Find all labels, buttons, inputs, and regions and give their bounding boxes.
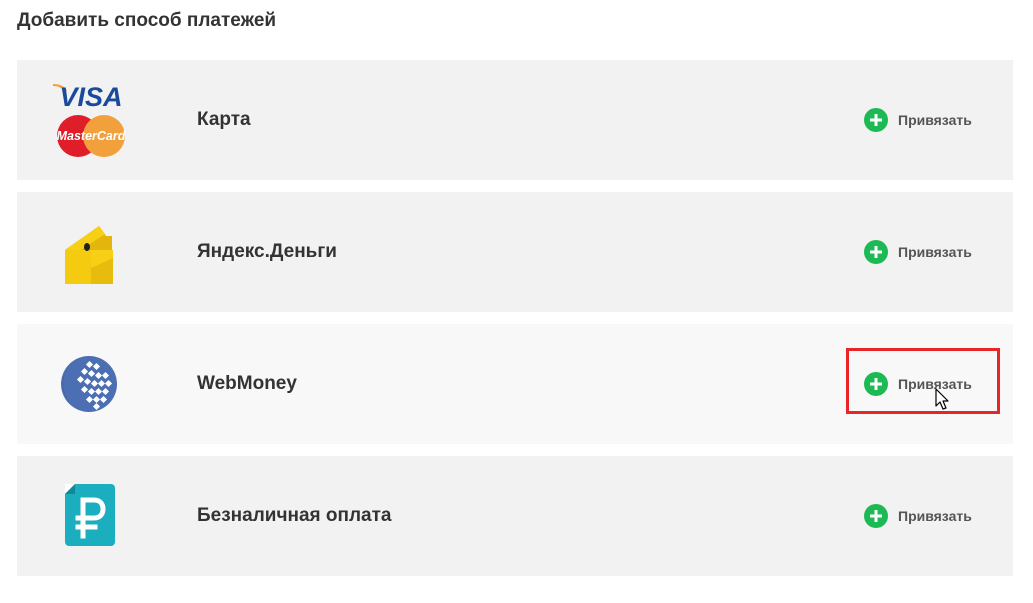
payment-method-cashless: Безналичная оплата Привязать [17,456,1013,576]
webmoney-globe-icon [61,356,117,412]
mastercard-logo-text: MasterCard [57,129,126,143]
payment-method-name: Безналичная оплата [197,505,392,526]
payment-method-name: Яндекс.Деньги [197,241,337,262]
webmoney-logo [51,342,131,426]
visa-icon: VISA [53,82,123,112]
cashless-logo [51,474,131,558]
payment-method-card: VISA MasterCard Карта Привязать [17,60,1013,180]
payment-method-name: Карта [197,109,251,130]
yandex-money-logo [51,210,131,294]
payment-method-name: WebMoney [197,373,297,394]
link-button-label: Привязать [898,112,972,128]
link-card-button[interactable]: Привязать [864,108,972,132]
link-button-label: Привязать [898,508,972,524]
card-logo: VISA MasterCard [51,78,131,162]
yandex-money-wallet-icon [65,226,113,284]
plus-icon [864,372,888,396]
mastercard-icon: MasterCard [57,115,126,157]
payment-method-webmoney: WebMoney Привязать [17,324,1013,444]
link-webmoney-button[interactable]: Привязать [864,372,972,396]
page-title: Добавить способ платежей [17,10,277,31]
plus-icon [864,240,888,264]
link-button-label: Привязать [898,244,972,260]
link-yandex-money-button[interactable]: Привязать [864,240,972,264]
ruble-document-icon [65,484,115,546]
visa-logo-text: VISA [59,82,122,112]
link-button-label: Привязать [898,376,972,392]
payment-methods-page: Добавить способ платежей VISA MasterCard… [0,0,1033,603]
plus-icon [864,504,888,528]
link-cashless-button[interactable]: Привязать [864,504,972,528]
plus-icon [864,108,888,132]
payment-method-yandex-money: Яндекс.Деньги Привязать [17,192,1013,312]
